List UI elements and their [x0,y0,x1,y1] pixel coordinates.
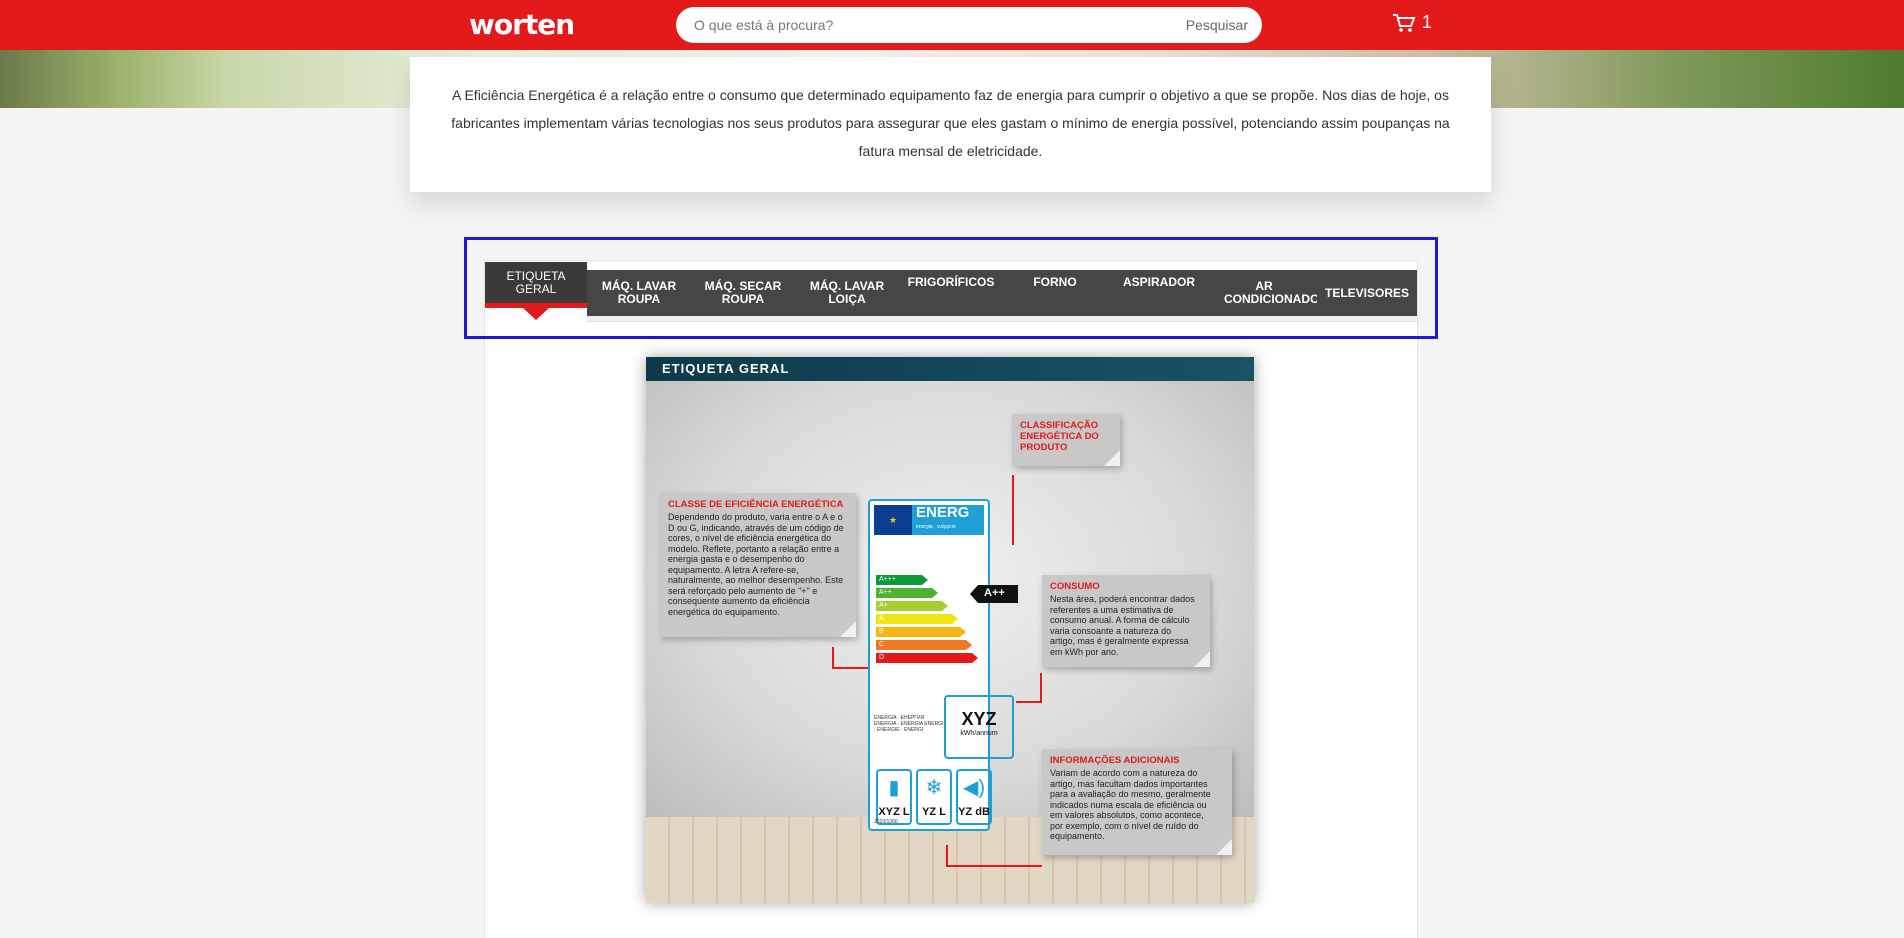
bar-label: C [879,641,885,648]
tab-maq-lavar-roupa[interactable]: MÁQ. LAVAR ROUPA [587,270,691,316]
bar-d: D [876,653,978,663]
label-regulation: 2010/1060 [874,819,898,825]
icon-value: YZ dB [958,806,990,818]
snowflake-icon: ❄ [925,777,943,799]
bar-b: B [876,627,966,637]
tab-etiqueta-geral[interactable]: ETIQUETA GERAL [485,262,587,320]
intro-text-card: A Eficiência Energética é a relação entr… [410,57,1491,192]
tab-label: MÁQ. SECAR ROUPA [704,279,782,306]
bar-label: A+++ [879,576,896,583]
note-informacoes-title: INFORMAÇÕES ADICIONAIS [1050,755,1180,766]
tab-label: AR CONDICIONADO [1224,279,1320,306]
cart-button[interactable]: 1 [1392,12,1432,33]
leader-line [832,647,834,669]
intro-text: A Eficiência Energética é a relação entr… [451,87,1450,159]
note-consumo-title: CONSUMO [1050,581,1100,592]
tab-strip-underline [587,316,1417,322]
bar-label: B [879,628,884,635]
note-classificacao: CLASSIFICAÇÃO ENERGÉTICA DO PRODUTO [1012,414,1120,466]
cart-icon [1392,13,1416,33]
tab-label: ETIQUETA GERAL [506,268,566,296]
note-fold [840,621,856,637]
bar-a2: A++ [876,588,938,598]
tab-aspirador[interactable]: ASPIRADOR [1107,270,1211,316]
note-classe-title: CLASSE DE EFICIÊNCIA ENERGÉTICA [668,499,844,510]
tab-label: FORNO [1033,275,1077,289]
label-energ: ENERG energia · ενέργεια [916,504,970,534]
bar-label: A [879,615,884,622]
tab-label: FRIGORÍFICOS [907,275,995,289]
search-bar: Pesquisar [676,7,1262,43]
leader-line [1012,475,1014,545]
cart-count: 1 [1422,12,1433,32]
note-classe-text: Dependendo do produto, varia entre o A e… [668,512,844,617]
icon-box-freezer: ❄ YZ L [916,769,952,825]
icon-box-volume: ▮ XYZ L [876,769,912,825]
note-consumo: CONSUMO Nesta área, poderá encontrar dad… [1042,575,1210,667]
tab-label: TELEVISORES [1324,285,1410,300]
note-fold [1194,651,1210,667]
tab-forno[interactable]: FORNO [1003,270,1107,316]
label-header: ★ ENERG energia · ενέργεια [874,505,984,535]
consumption-value: XYZ [961,709,997,729]
leader-line [946,865,1042,867]
label-energ-text: ENERG [916,504,970,521]
leader-line [1016,701,1042,703]
figure-title: ETIQUETA GERAL [646,357,1254,381]
consumption-unit: kWh/annum [960,730,998,737]
label-small-text: ENERGIA · ЕНЕРГИЯ ENERGIA · ENERGIA ENER… [874,715,944,733]
tab-maq-secar-roupa[interactable]: MÁQ. SECAR ROUPA [691,270,795,316]
eu-flag-icon: ★ [874,505,912,535]
category-tabs: ETIQUETA GERAL MÁQ. LAVAR ROUPA MÁQ. SEC… [485,262,1417,324]
tab-label: ASPIRADOR [1122,275,1195,289]
energy-label: ★ ENERG energia · ενέργεια A+++ A++ A+ A… [868,499,1018,831]
icon-value: XYZ L [878,806,910,818]
leader-line [946,845,948,867]
bar-a1: A+ [876,601,948,611]
note-consumo-text: Nesta área, poderá encontrar dados refer… [1050,594,1195,657]
worten-logo[interactable]: worten [469,8,575,41]
tab-ar-condicionado[interactable]: AR CONDICIONADO [1211,270,1320,316]
icon-value: YZ L [922,806,946,818]
search-button[interactable]: Pesquisar [1186,17,1248,33]
tab-label: MÁQ. LAVAR ROUPA [601,279,677,306]
speaker-icon: ◀) [962,777,986,799]
tab-televisores[interactable]: TELEVISORES [1317,270,1417,316]
note-fold [1104,450,1120,466]
energy-label-infographic: ETIQUETA GERAL CLASSIFICAÇÃO ENERGÉTICA … [646,357,1254,903]
search-input[interactable] [694,15,1154,35]
note-classificacao-title: CLASSIFICAÇÃO ENERGÉTICA DO PRODUTO [1020,420,1099,453]
note-informacoes-text: Variam de acordo com a natureza do artig… [1050,768,1211,841]
icon-box-noise: ◀) YZ dB [956,769,992,825]
site-header: worten Pesquisar 1 [0,0,1904,50]
bar-label: A++ [879,589,892,596]
bar-a: A [876,614,958,624]
note-fold [1216,839,1232,855]
consumption-box: XYZ kWh/annum [944,695,1014,759]
leader-line [1040,673,1042,703]
tab-maq-lavar-loica[interactable]: MÁQ. LAVAR LOIÇA [795,270,899,316]
bar-a3: A+++ [876,575,928,585]
rating-arrow: A++ [970,585,1018,603]
bar-label: D [879,654,885,661]
fridge-icon: ▮ [888,777,900,799]
note-classe: CLASSE DE EFICIÊNCIA ENERGÉTICA Dependen… [660,493,856,637]
tab-label: MÁQ. LAVAR LOIÇA [809,279,885,306]
tab-frigorificos[interactable]: FRIGORÍFICOS [899,270,1003,316]
note-informacoes: INFORMAÇÕES ADICIONAIS Variam de acordo … [1042,749,1232,855]
active-tab-arrow [523,308,549,320]
bar-label: A+ [879,602,888,609]
bar-c: C [876,640,972,650]
label-energ-sub: energia · ενέργεια [916,524,956,530]
